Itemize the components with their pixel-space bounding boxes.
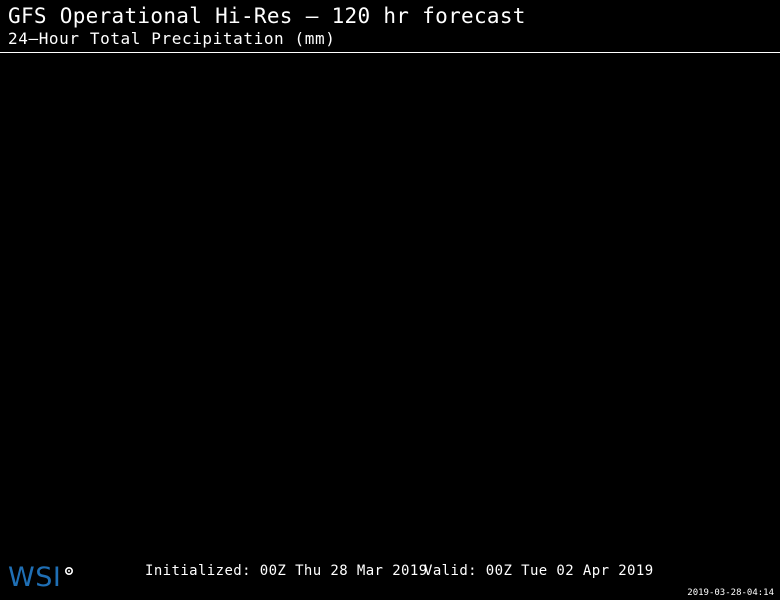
map-area bbox=[0, 53, 780, 553]
logo-text: WSI bbox=[8, 562, 62, 593]
forecast-map-frame: GFS Operational Hi-Res — 120 hr forecast… bbox=[0, 0, 780, 600]
map-subtitle: 24—Hour Total Precipitation (mm) bbox=[8, 29, 336, 48]
timestamp: 2019-03-28-04:14 bbox=[687, 588, 774, 598]
gear-icon bbox=[65, 566, 74, 576]
wsi-logo: WSI bbox=[8, 563, 74, 593]
map-title: GFS Operational Hi-Res — 120 hr forecast bbox=[8, 4, 526, 28]
initialized-label: Initialized: 00Z Thu 28 Mar 2019 bbox=[145, 563, 428, 579]
valid-label: Valid: 00Z Tue 02 Apr 2019 bbox=[424, 563, 654, 579]
